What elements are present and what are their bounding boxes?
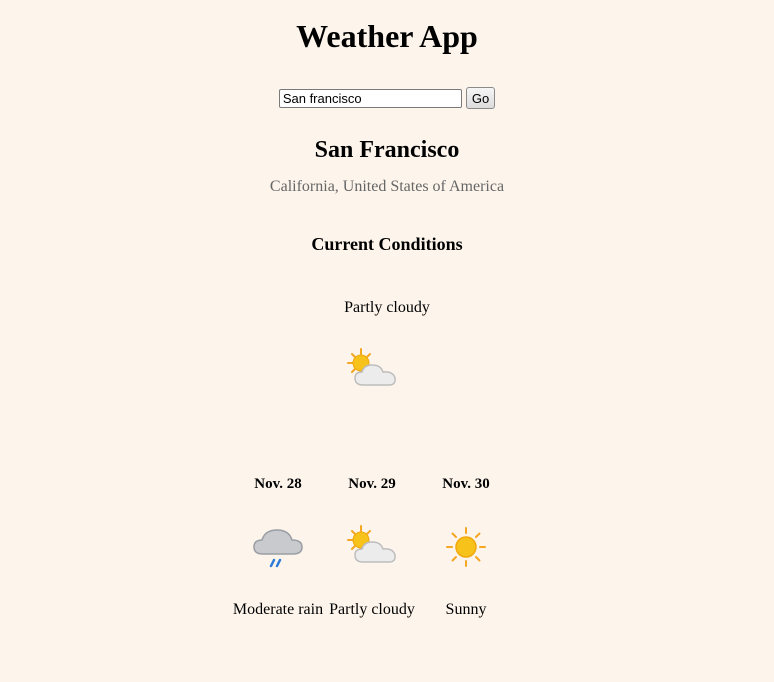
partly-cloudy-icon bbox=[347, 348, 396, 386]
search-bar: Go bbox=[0, 87, 774, 109]
forecast-row: Nov. 28 Moderate rain Nov. 29 Partly clo… bbox=[231, 474, 513, 620]
rain-cloud-icon bbox=[253, 529, 303, 568]
city-name: San Francisco bbox=[314, 137, 460, 163]
partly-cloudy-icon bbox=[347, 525, 396, 563]
forecast-date: Nov. 30 bbox=[442, 476, 490, 492]
forecast-date: Nov. 28 bbox=[254, 476, 302, 492]
current-condition-text: Partly cloudy bbox=[344, 299, 430, 316]
forecast-day: Nov. 30 Sunny bbox=[419, 474, 513, 620]
sun-icon bbox=[446, 527, 486, 567]
region-name: California, United States of America bbox=[269, 178, 505, 195]
go-button[interactable]: Go bbox=[465, 87, 496, 109]
current-conditions-heading: Current Conditions bbox=[311, 234, 463, 254]
forecast-condition: Sunny bbox=[445, 601, 487, 618]
forecast-condition: Partly cloudy bbox=[329, 601, 415, 618]
forecast-day: Nov. 29 Partly cloudy bbox=[325, 474, 419, 620]
search-input[interactable] bbox=[278, 88, 462, 108]
forecast-day: Nov. 28 Moderate rain bbox=[231, 474, 325, 620]
page-title: Weather App bbox=[296, 18, 478, 54]
forecast-date: Nov. 29 bbox=[348, 476, 396, 492]
weather-app-page: Weather App Go San Francisco California,… bbox=[0, 0, 774, 682]
forecast-condition: Moderate rain bbox=[232, 601, 324, 618]
